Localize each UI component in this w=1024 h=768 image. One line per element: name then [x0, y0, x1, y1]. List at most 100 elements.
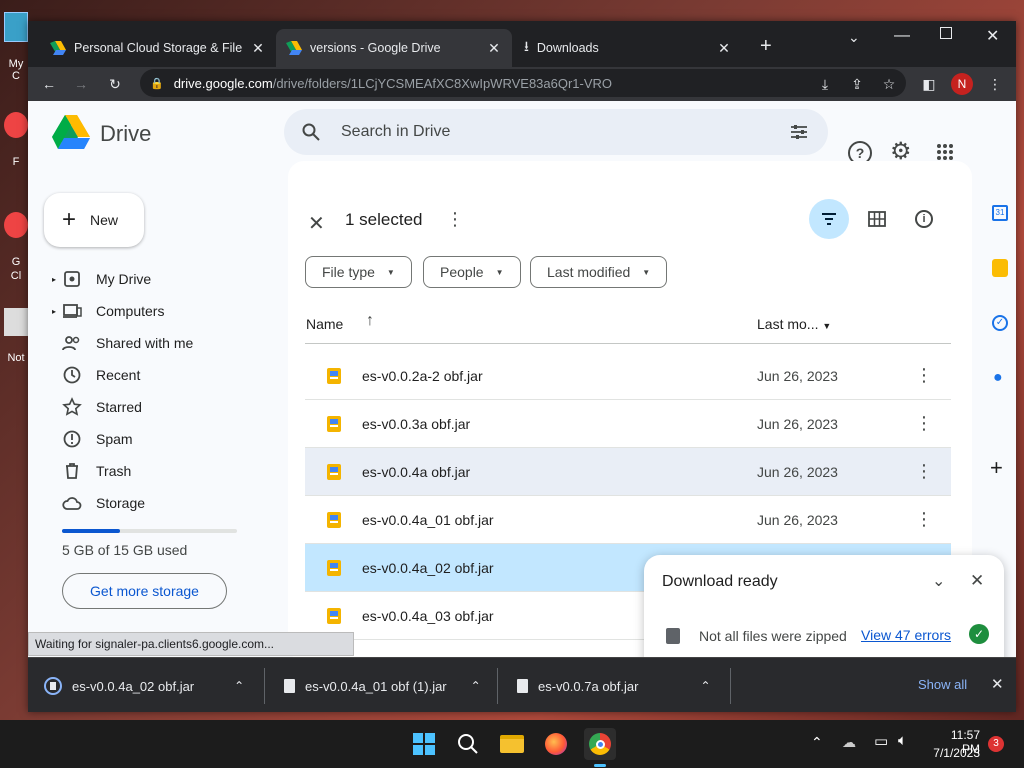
download-item[interactable]: es-v0.0.7a obf.jar ⌃	[517, 672, 711, 700]
nav-shared[interactable]: Shared with me	[62, 333, 193, 353]
menu-kebab-icon[interactable]: ⋮	[984, 73, 1006, 95]
firefox-icon[interactable]	[540, 728, 572, 760]
selection-more-icon[interactable]: ⋮	[446, 209, 464, 230]
side-panel-icon[interactable]: ◧	[918, 73, 940, 95]
filter-last-modified[interactable]: Last modified ▼	[530, 256, 668, 288]
maximize-icon[interactable]	[940, 27, 952, 39]
share-icon[interactable]: ⇪	[846, 73, 868, 95]
divider	[730, 668, 731, 704]
profile-avatar[interactable]: N	[951, 73, 973, 95]
search-input[interactable]: Search in Drive	[341, 123, 450, 141]
tab-personal-cloud[interactable]: Personal Cloud Storage & File Sh ✕	[40, 29, 276, 67]
row-more-icon[interactable]: ⋮	[915, 509, 933, 530]
display-icon[interactable]: ▭	[874, 732, 888, 750]
search-icon[interactable]	[452, 728, 484, 760]
file-explorer-icon[interactable]	[496, 728, 528, 760]
tray-chevron-up-icon[interactable]: ⌃	[811, 734, 823, 751]
column-name[interactable]: Name	[306, 316, 343, 332]
filter-people[interactable]: People ▼	[423, 256, 521, 288]
row-more-icon[interactable]: ⋮	[915, 413, 933, 434]
file-icon	[44, 677, 62, 695]
network-off-icon[interactable]: ☁	[842, 734, 856, 751]
chip-label: File type	[322, 264, 375, 280]
sidebar: Drive + New ▸ My Drive ▸ Computers Shared …	[28, 101, 278, 657]
status-bar: Waiting for signaler-pa.clients6.google.…	[28, 632, 354, 656]
nav-trash[interactable]: Trash	[62, 461, 131, 481]
file-row[interactable]: es-v0.0.3a obf.jar Jun 26, 2023 ⋮	[305, 400, 951, 448]
minimize-icon[interactable]: —	[894, 27, 910, 45]
filter-file-type[interactable]: File type ▼	[305, 256, 412, 288]
list-view-button[interactable]	[809, 199, 849, 239]
tab-close-icon[interactable]: ✕	[716, 40, 732, 57]
file-row[interactable]: es-v0.0.4a obf.jar Jun 26, 2023 ⋮	[305, 448, 951, 496]
search-icon[interactable]	[302, 123, 320, 141]
file-row[interactable]: es-v0.0.4a_01 obf.jar Jun 26, 2023 ⋮	[305, 496, 951, 544]
file-date: Jun 26, 2023	[757, 367, 838, 384]
search-bar[interactable]: Search in Drive	[284, 109, 828, 155]
bookmark-star-icon[interactable]: ☆	[878, 73, 900, 95]
info-icon[interactable]: i	[915, 210, 933, 228]
tab-close-icon[interactable]: ✕	[486, 40, 502, 57]
contacts-icon[interactable]: ●	[993, 369, 1003, 387]
panel-close-icon[interactable]: ✕	[970, 571, 984, 591]
forward-icon[interactable]: →	[70, 73, 92, 95]
new-tab-icon[interactable]: +	[760, 35, 772, 58]
nav-starred[interactable]: Starred	[62, 397, 142, 417]
nav-storage[interactable]: Storage	[62, 493, 145, 513]
row-more-icon[interactable]: ⋮	[915, 461, 933, 482]
tab-versions[interactable]: versions - Google Drive ✕	[276, 29, 512, 67]
nav-recent[interactable]: Recent	[62, 365, 140, 385]
tasks-icon[interactable]: ✓	[992, 315, 1008, 331]
desktop-icon-2[interactable]	[4, 112, 28, 138]
apps-grid-icon[interactable]	[936, 143, 954, 161]
nav-label: Computers	[96, 303, 165, 319]
nav-my-drive[interactable]: ▸ My Drive	[52, 269, 151, 289]
row-more-icon[interactable]: ⋮	[915, 365, 933, 386]
new-button[interactable]: + New	[44, 193, 144, 247]
install-icon[interactable]: ⤓	[814, 73, 836, 95]
search-options-icon[interactable]	[790, 123, 808, 141]
chevron-up-icon[interactable]: ⌃	[234, 679, 244, 693]
drive-page: Drive + New ▸ My Drive ▸ Computers Shared …	[28, 101, 1016, 665]
windows-start-icon[interactable]	[408, 728, 440, 760]
desktop-icon-notepad[interactable]	[4, 308, 28, 336]
volume-icon[interactable]: 🔈︎	[898, 732, 907, 749]
desktop-icon-3[interactable]	[4, 212, 28, 238]
nav-spam[interactable]: Spam	[62, 429, 133, 449]
grid-view-icon[interactable]	[868, 211, 886, 227]
file-name: es-v0.0.4a_01 obf.jar	[362, 511, 494, 528]
file-row[interactable]: es-v0.0.2a-2 obf.jar Jun 26, 2023 ⋮	[305, 352, 951, 400]
column-last-modified[interactable]: Last mo... ▼	[757, 316, 831, 332]
show-all-button[interactable]: Show all	[918, 677, 967, 692]
chrome-taskbar-icon[interactable]	[584, 728, 616, 760]
back-icon[interactable]: ←	[38, 73, 60, 95]
get-more-storage-button[interactable]: Get more storage	[62, 573, 227, 609]
people-icon	[62, 336, 80, 351]
window-close-icon[interactable]: ✕	[986, 26, 999, 46]
site-info-icon[interactable]: 🔒	[150, 77, 164, 90]
reload-icon[interactable]: ↻	[104, 73, 126, 95]
shelf-close-icon[interactable]: ✕	[991, 675, 1004, 693]
collapse-chevron-icon[interactable]: ⌄	[932, 571, 945, 591]
clear-selection-icon[interactable]: ✕	[308, 211, 325, 236]
sort-ascending-icon[interactable]: ↑	[366, 312, 374, 330]
nav-computers[interactable]: ▸ Computers	[52, 301, 165, 321]
column-label: Last mo...	[757, 316, 819, 332]
address-bar[interactable]: 🔒 drive.google.com/drive/folders/1LCjYCS…	[140, 69, 906, 97]
chevron-down-icon[interactable]: ⌄	[848, 29, 860, 46]
download-item[interactable]: es-v0.0.4a_01 obf (1).jar ⌃	[284, 672, 481, 700]
chevron-up-icon[interactable]: ⌃	[700, 679, 710, 693]
tab-downloads[interactable]: ⭳ Downloads ✕	[514, 29, 742, 67]
view-errors-link[interactable]: View 47 errors	[861, 627, 951, 643]
desktop-icon-pc[interactable]	[4, 12, 28, 42]
keep-icon[interactable]	[992, 259, 1008, 277]
calendar-icon[interactable]: 31	[992, 205, 1008, 221]
notification-badge[interactable]: 3	[988, 736, 1004, 752]
chevron-up-icon[interactable]: ⌃	[471, 679, 481, 693]
download-item-name: es-v0.0.7a obf.jar	[538, 678, 639, 694]
add-addon-icon[interactable]: +	[990, 455, 1003, 481]
tab-close-icon[interactable]: ✕	[250, 40, 266, 57]
clock-date[interactable]: 7/1/2023	[930, 746, 980, 760]
download-item[interactable]: es-v0.0.4a_02 obf.jar ⌃	[44, 672, 244, 700]
tab-strip: Personal Cloud Storage & File Sh ✕ versi…	[28, 21, 1016, 67]
